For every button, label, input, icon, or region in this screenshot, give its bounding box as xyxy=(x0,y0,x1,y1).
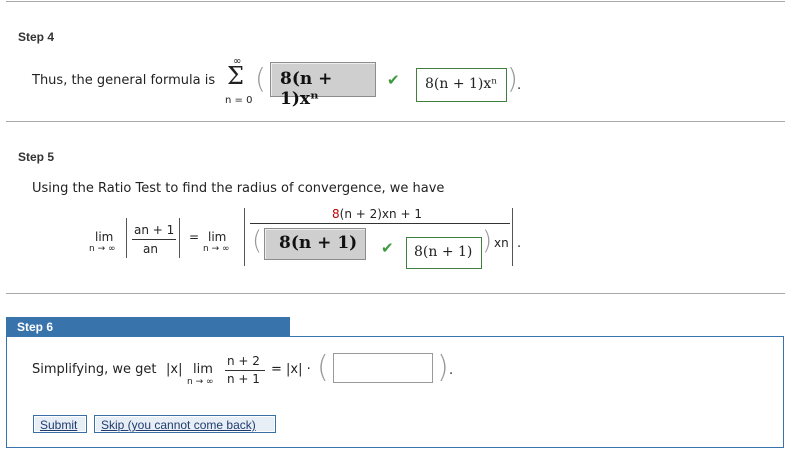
open-paren: ( xyxy=(255,62,266,95)
den-open-paren: ( xyxy=(252,226,263,256)
step4-check-icon: ✔ xyxy=(387,71,400,89)
numerator-rest: (n + 2)xn + 1 xyxy=(339,207,422,221)
step6-text: Simplifying, we get xyxy=(32,362,157,377)
numerator: 8(n + 2)xn + 1 xyxy=(332,207,422,221)
a-ratio-bar xyxy=(132,239,176,240)
step4-answer-box: 8(n + 1)xⁿ xyxy=(416,68,507,102)
step4-divider xyxy=(6,121,785,122)
den-close-paren: ) xyxy=(482,226,493,256)
step4-label: Step 4 xyxy=(18,30,55,44)
submit-button[interactable]: Submit xyxy=(33,415,87,433)
lim-right-sub: n → ∞ xyxy=(203,244,230,254)
abs-x: |x| xyxy=(166,362,183,377)
frac-bar-6 xyxy=(225,370,265,371)
a-n-plus-1: an + 1 xyxy=(134,223,175,237)
step5-text: Using the Ratio Test to find the radius … xyxy=(32,181,445,196)
paren-open-6: ( xyxy=(317,350,329,385)
abs-bar-right-1 xyxy=(179,218,180,258)
frac-num: n + 2 xyxy=(227,354,260,368)
step4-answer-gray-text: 8(n + 1)xⁿ xyxy=(280,69,333,109)
abs-bar-right-2 xyxy=(512,208,513,266)
step5-label: Step 5 xyxy=(18,150,55,164)
step5-check-icon: ✔ xyxy=(381,239,394,257)
lim-6-sub: n → ∞ xyxy=(187,377,214,387)
step4-answer-box-text: 8(n + 1)xⁿ xyxy=(425,76,498,92)
lim-left: lim xyxy=(95,230,114,244)
sum-lower-limit: n = 0 xyxy=(225,95,253,106)
period-6: . xyxy=(449,363,454,378)
paren-close-6: ) xyxy=(437,350,449,385)
step6-label: Step 6 xyxy=(17,320,54,334)
step5-answer-gray-text: 8(n + 1) xyxy=(279,233,358,253)
den-tail: xn xyxy=(494,236,509,250)
step5-divider xyxy=(6,293,785,294)
equals-6: = |x| · xyxy=(271,362,311,377)
step6-tab: Step 6 xyxy=(6,317,290,336)
step6-answer-input[interactable] xyxy=(333,353,433,383)
lim-left-sub: n → ∞ xyxy=(89,244,116,254)
step5-answer-box-text: 8(n + 1) xyxy=(414,244,473,260)
step5-answer-box: 8(n + 1) xyxy=(406,237,482,269)
abs-bar-left-1 xyxy=(126,218,127,258)
top-divider xyxy=(6,1,785,2)
main-fraction-bar xyxy=(250,223,510,224)
skip-button[interactable]: Skip (you cannot come back) xyxy=(94,415,276,433)
period: . xyxy=(517,78,522,93)
lim-right: lim xyxy=(208,230,227,244)
lim-6: lim xyxy=(193,362,213,377)
period-5: . xyxy=(517,236,522,251)
step5-answer-gray: 8(n + 1) xyxy=(264,228,366,260)
frac-den: n + 1 xyxy=(227,372,260,386)
numerator-coef: 8 xyxy=(332,207,340,221)
step4-text: Thus, the general formula is xyxy=(32,73,216,88)
abs-bar-left-2 xyxy=(244,208,245,266)
a-n: an xyxy=(143,242,158,256)
step4-answer-gray: 8(n + 1)xⁿ xyxy=(270,62,376,109)
sigma-symbol: Σ xyxy=(227,62,244,90)
equals-5: = xyxy=(189,230,200,244)
